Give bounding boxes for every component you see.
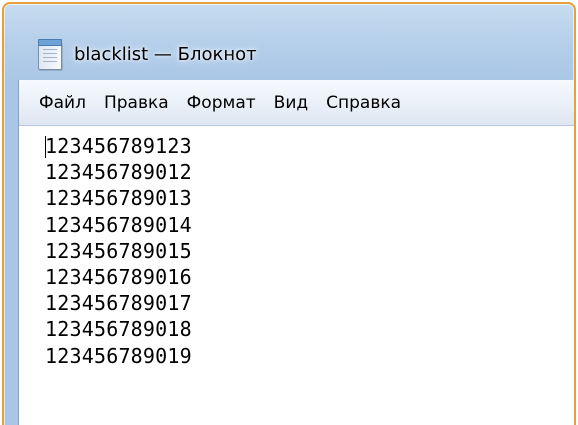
notepad-icon[interactable] xyxy=(38,39,62,70)
text-editor[interactable]: 123456789123 123456789012 123456789013 1… xyxy=(19,126,574,425)
text-caret xyxy=(45,136,46,158)
text-line: 123456789018 xyxy=(45,317,192,342)
menu-file[interactable]: Файл xyxy=(39,93,98,113)
notepad-window: blacklist — Блокнот Файл Правка Формат В… xyxy=(2,2,576,425)
menu-format[interactable]: Формат xyxy=(187,93,268,113)
text-line: 123456789123 xyxy=(45,134,192,158)
text-line: 123456789019 xyxy=(45,343,192,368)
screenshot-area: blacklist — Блокнот Файл Правка Формат В… xyxy=(0,0,578,425)
title-bar[interactable]: blacklist — Блокнот xyxy=(4,4,574,80)
text-line: 123456789013 xyxy=(45,186,192,211)
menu-edit[interactable]: Правка xyxy=(104,93,181,113)
menu-help[interactable]: Справка xyxy=(326,93,413,113)
menu-view[interactable]: Вид xyxy=(274,93,320,113)
text-line: 123456789017 xyxy=(45,291,192,316)
text-line: 123456789015 xyxy=(45,238,192,263)
window-title: blacklist — Блокнот xyxy=(74,44,257,65)
client-area: Файл Правка Формат Вид Справка 123456789… xyxy=(18,80,574,425)
text-line: 123456789016 xyxy=(45,265,192,290)
text-line: 123456789012 xyxy=(45,160,192,185)
menu-bar: Файл Правка Формат Вид Справка xyxy=(19,80,574,126)
text-line: 123456789014 xyxy=(45,212,192,237)
